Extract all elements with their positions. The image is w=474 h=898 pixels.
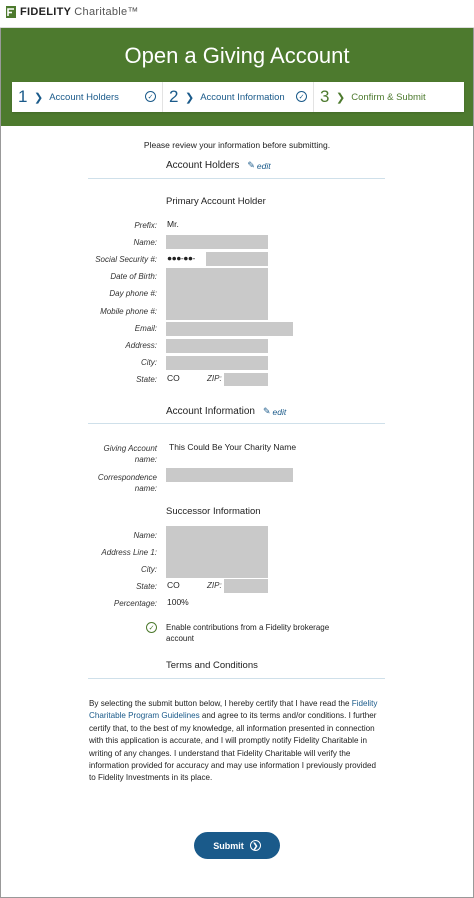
terms-text: By selecting the submit button below, I … (89, 698, 385, 785)
step-label: Confirm & Submit (351, 91, 426, 103)
edit-account-holders-link[interactable]: ✎ edit (247, 160, 270, 171)
successor-heading: Successor Information (166, 506, 261, 517)
section-title: Account Information (166, 406, 255, 417)
prefix-value: Mr. (167, 219, 179, 229)
successor-zip-label: ZIP: (207, 581, 222, 590)
redacted-ssn (206, 252, 268, 266)
address-label: Address: (125, 341, 157, 350)
divider (88, 678, 385, 679)
correspondence-label-line2: name: (134, 484, 157, 493)
page-title: Open a Giving Account (124, 43, 350, 68)
redacted-name (166, 235, 268, 249)
state-value: CO (167, 373, 180, 383)
edit-account-information-link[interactable]: ✎ edit (263, 406, 286, 417)
percentage-label: Percentage: (113, 599, 157, 608)
step-number: 2 (169, 87, 179, 106)
step-account-information[interactable]: 2 ❯ Account Information ✓ (163, 82, 314, 112)
brokerage-option-text: Enable contributions from a Fidelity bro… (166, 623, 330, 643)
successor-city-label: City: (141, 565, 157, 574)
redacted-address (166, 339, 268, 353)
terms-intro: By selecting the submit button below, I … (89, 699, 352, 708)
successor-address-label: Address Line 1: (101, 548, 157, 557)
edit-label: edit (256, 160, 271, 171)
divider (88, 423, 385, 424)
arrow-right-circle-icon: ❯ (249, 840, 261, 851)
chevron-right-icon: ❯ (185, 91, 195, 104)
step-label: Account Information (200, 91, 285, 103)
divider (88, 178, 385, 179)
chevron-right-icon: ❯ (336, 91, 346, 104)
email-label: Email: (134, 324, 157, 333)
step-number: 3 (320, 87, 330, 106)
name-label: Name: (133, 238, 157, 247)
redacted-correspondence (166, 468, 293, 482)
step-number: 1 (18, 87, 28, 106)
chevron-right-icon: ❯ (34, 91, 44, 104)
redacted-successor-zip (224, 579, 268, 593)
terms-rest: and agree to its terms and/or conditions… (89, 711, 377, 783)
step-account-holders[interactable]: 1 ❯ Account Holders ✓ (12, 82, 163, 112)
redacted-email (166, 322, 293, 336)
logo-mark-icon (6, 6, 16, 18)
successor-name-label: Name: (133, 531, 157, 540)
state-label: State: (136, 375, 157, 384)
step-confirm-submit: 3 ❯ Confirm & Submit (314, 82, 464, 116)
mobile-phone-label: Mobile phone #: (100, 307, 157, 316)
correspondence-label-line1: Correspondence (97, 473, 157, 482)
section-title: Account Holders (166, 160, 240, 171)
submit-label: Submit (213, 840, 244, 851)
successor-state-value: CO (167, 580, 180, 590)
pencil-icon: ✎ (262, 406, 271, 416)
pencil-icon: ✎ (247, 160, 255, 170)
step-label: Account Holders (49, 91, 119, 103)
primary-holder-heading: Primary Account Holder (166, 196, 266, 207)
percentage-value: 100% (167, 597, 189, 607)
redacted-city (166, 356, 268, 370)
review-note: Please review your information before su… (143, 140, 331, 150)
giving-name-label-line1: Giving Account (103, 444, 157, 453)
brokerage-option: ✓ Enable contributions from a Fidelity b… (146, 622, 356, 644)
logo-name-bold: FIDELITY (20, 6, 72, 18)
active-step-underline (350, 114, 414, 116)
progress-steps: 1 ❯ Account Holders ✓ 2 ❯ Account Inform… (12, 82, 464, 116)
account-holders-heading: Account Holders ✎ edit (166, 160, 271, 171)
check-circle-icon: ✓ (145, 91, 156, 102)
fidelity-charitable-logo[interactable]: FIDELITY Charitable™ (6, 6, 139, 18)
ssn-label: Social Security #: (95, 255, 157, 264)
top-bar: FIDELITY Charitable™ (0, 0, 474, 28)
check-circle-icon: ✓ (146, 622, 157, 633)
submit-button[interactable]: Submit ❯ (194, 832, 280, 859)
city-label: City: (141, 358, 157, 367)
successor-state-label: State: (136, 582, 157, 591)
ssn-mask: ●●●-●●- (167, 253, 195, 263)
redacted-zip (224, 373, 268, 386)
logo-name-rest: Charitable™ (74, 6, 139, 18)
check-circle-icon: ✓ (296, 91, 307, 102)
dob-label: Date of Birth: (110, 272, 157, 281)
prefix-label: Prefix: (134, 221, 157, 230)
account-information-heading: Account Information ✎ edit (166, 406, 286, 417)
day-phone-label: Day phone #: (109, 289, 157, 298)
edit-label: edit (272, 406, 287, 417)
redacted-dob-phones (166, 268, 268, 320)
giving-name-label-line2: name: (134, 455, 157, 464)
redacted-successor-details (166, 526, 268, 578)
terms-heading: Terms and Conditions (166, 660, 258, 671)
giving-name-value: This Could Be Your Charity Name (169, 442, 297, 452)
zip-label: ZIP: (207, 374, 222, 383)
